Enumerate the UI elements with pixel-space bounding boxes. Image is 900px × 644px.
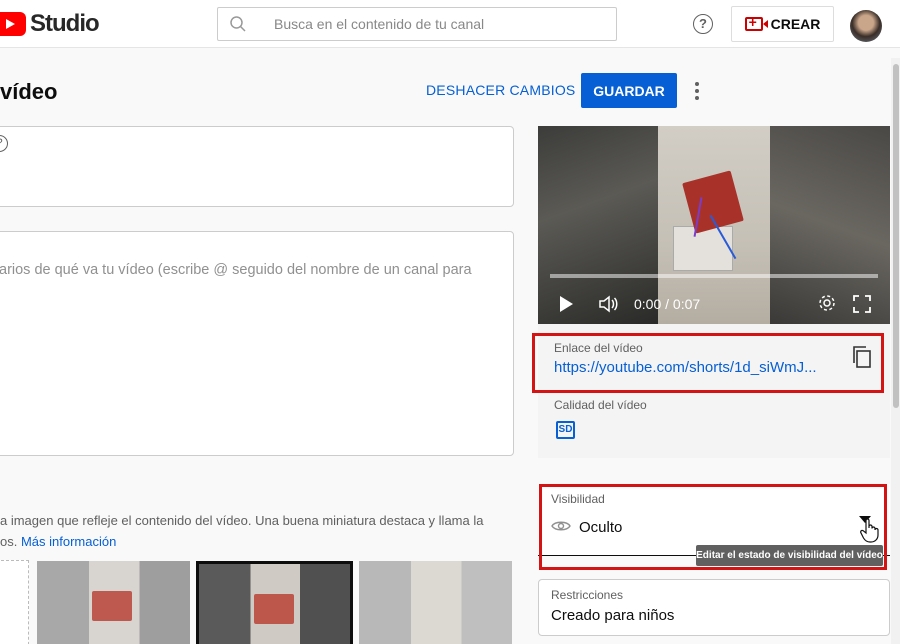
scrollbar-thumb[interactable] — [893, 64, 899, 408]
page-title: vídeo — [0, 79, 58, 104]
studio-logo[interactable]: Studio — [0, 10, 100, 38]
search-bar[interactable]: Busca en el contenido de tu canal — [217, 7, 617, 41]
video-player[interactable]: 0:00 / 0:07 — [538, 126, 890, 324]
restrictions-value: Creado para niños — [551, 607, 675, 624]
thumbnail-option-selected[interactable] — [196, 561, 353, 644]
top-bar: Studio Busca en el contenido de tu canal… — [0, 0, 900, 48]
avatar[interactable] — [850, 10, 882, 42]
thumbnail-help-text-2: os. Más información — [0, 534, 116, 549]
thumbnail-help-text: a imagen que refleje el contenido del ví… — [0, 513, 484, 528]
gear-icon[interactable] — [818, 294, 836, 312]
create-label: CREAR — [770, 16, 821, 32]
upload-thumbnail-button[interactable] — [0, 560, 29, 644]
thumbnail-option[interactable] — [359, 561, 512, 644]
logo-text: Studio — [30, 10, 100, 37]
help-icon[interactable]: ? — [0, 135, 8, 152]
create-video-icon — [744, 14, 768, 31]
link-highlight-box — [532, 333, 884, 393]
create-button[interactable]: CREAR — [731, 6, 834, 42]
video-time: 0:00 / 0:07 — [634, 296, 701, 312]
video-progress-bar[interactable] — [550, 274, 878, 278]
help-icon[interactable]: ? — [693, 14, 713, 34]
youtube-logo-icon — [0, 12, 26, 36]
search-icon[interactable] — [218, 15, 258, 33]
more-options-icon[interactable] — [688, 79, 706, 103]
video-quality-label: Calidad del vídeo — [554, 398, 647, 412]
description-field[interactable]: arios de qué va tu vídeo (escribe @ segu… — [0, 231, 514, 456]
more-info-link[interactable]: Más información — [21, 534, 116, 549]
video-controls: 0:00 / 0:07 — [538, 286, 890, 316]
description-placeholder: arios de qué va tu vídeo (escribe @ segu… — [0, 262, 472, 278]
search-input[interactable]: Busca en el contenido de tu canal — [274, 16, 484, 32]
scrollbar[interactable] — [891, 58, 900, 644]
sd-quality-badge: SD — [556, 421, 575, 439]
save-button[interactable]: GUARDAR — [581, 73, 677, 108]
restrictions-label: Restricciones — [551, 588, 624, 602]
volume-icon[interactable] — [598, 295, 618, 313]
breadboard-image — [673, 226, 733, 271]
fullscreen-icon[interactable] — [853, 295, 871, 313]
play-icon[interactable] — [560, 296, 573, 312]
visibility-tooltip: Editar el estado de visibilidad del víde… — [696, 545, 883, 566]
thumbnail-help-text-end: os. — [0, 534, 18, 549]
thumbnail-option[interactable] — [37, 561, 190, 644]
title-field[interactable]: ? — [0, 126, 514, 207]
undo-changes-button[interactable]: DESHACER CAMBIOS — [426, 82, 575, 98]
